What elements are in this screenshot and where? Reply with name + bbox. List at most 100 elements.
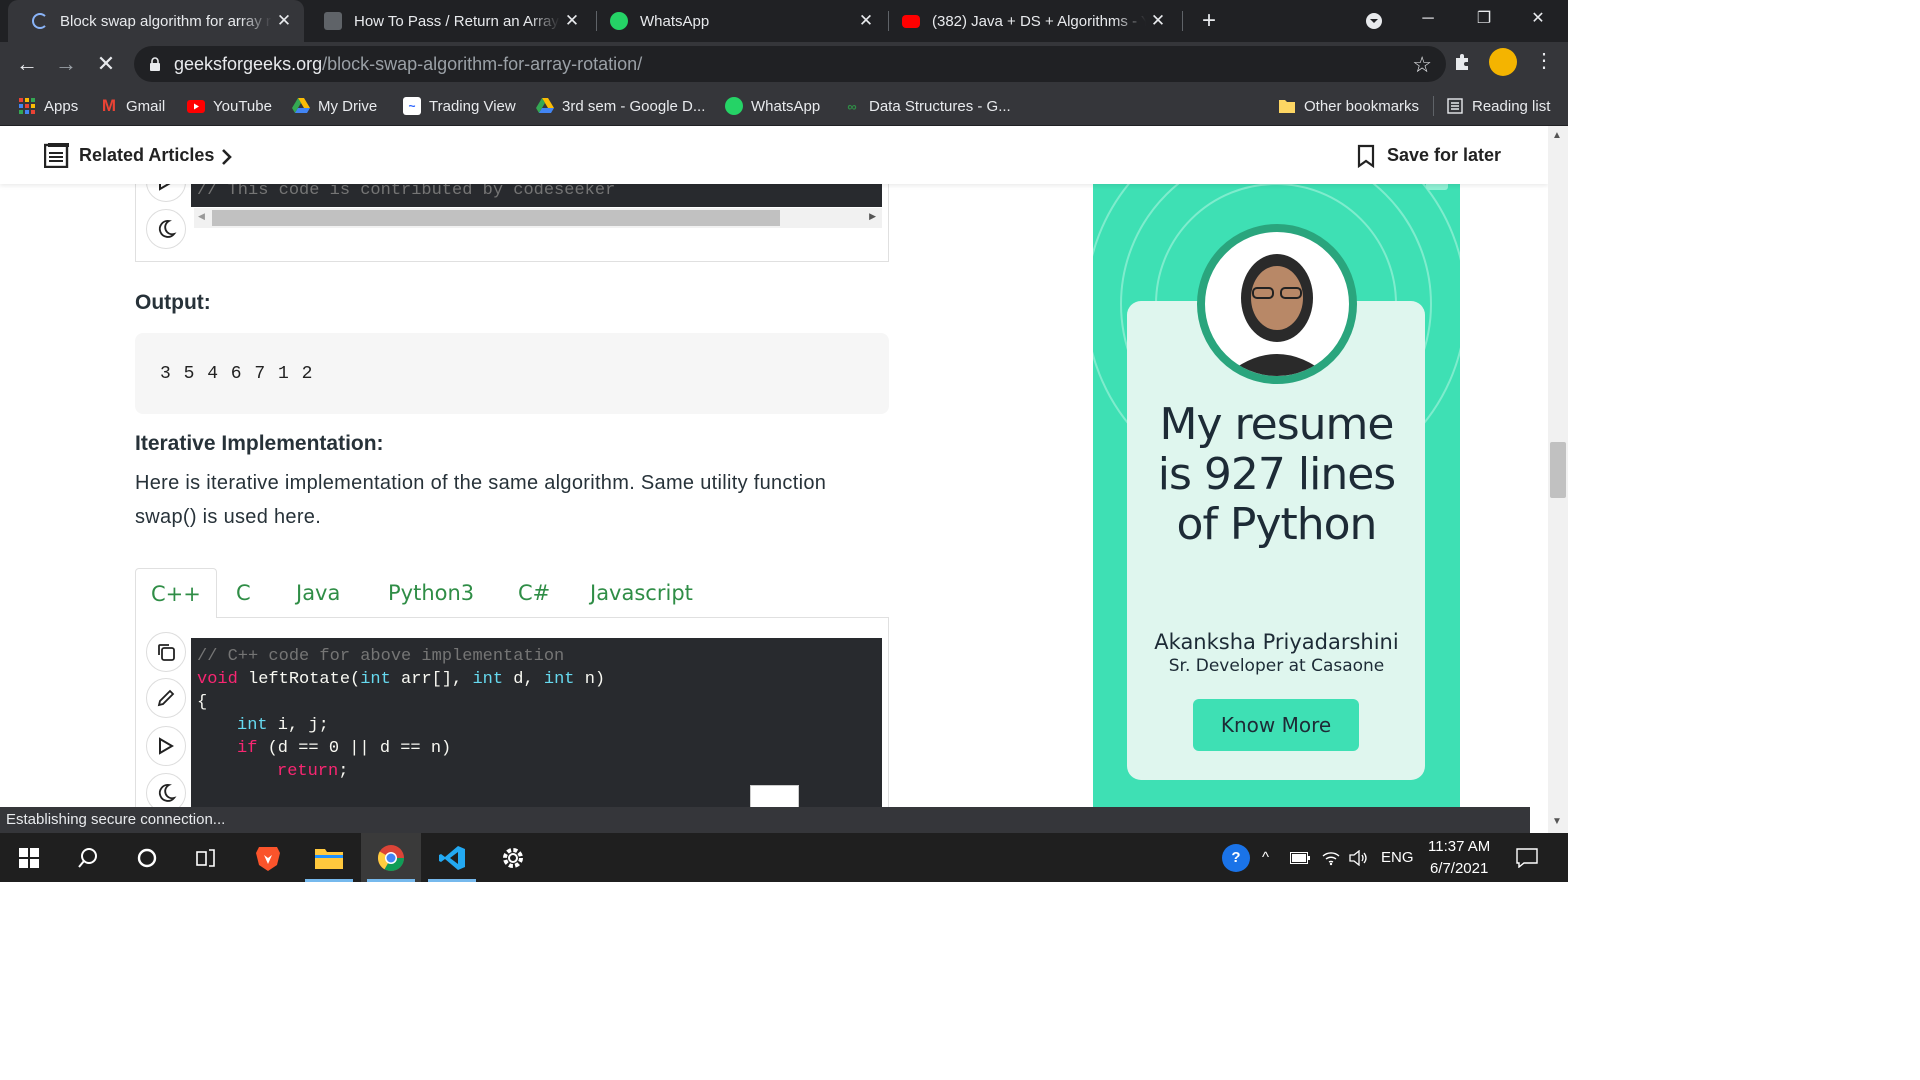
tab-youtube[interactable]: (382) Java + DS + Algorithms - Yo ✕ <box>878 0 1178 42</box>
ad-person-name: Akanksha Priyadarshini <box>1154 630 1399 654</box>
wifi-icon[interactable] <box>1322 833 1340 882</box>
back-button[interactable]: ← <box>13 50 41 78</box>
address-bar[interactable]: geeksforgeeks.org/block-swap-algorithm-f… <box>134 46 1446 82</box>
bookmark-apps[interactable]: Apps <box>18 86 78 126</box>
help-icon[interactable]: ? <box>1222 833 1250 882</box>
horizontal-scrollbar-thumb[interactable] <box>212 210 780 226</box>
bookmark-trading-view[interactable]: ~ Trading View <box>403 86 516 126</box>
bookmark-label: Trading View <box>429 97 516 115</box>
scroll-to-top-button[interactable] <box>750 785 799 807</box>
gfg-icon: ∞ <box>847 98 857 114</box>
tab-title: (382) Java + DS + Algorithms - Yo <box>932 12 1146 30</box>
vertical-scrollbar-thumb[interactable] <box>1550 442 1566 498</box>
bookmark-label: Data Structures - G... <box>869 97 1011 115</box>
bookmark-3rd-sem[interactable]: 3rd sem - Google D... <box>536 86 705 126</box>
task-view-icon[interactable] <box>176 833 236 882</box>
ad-choices-icon[interactable] <box>1426 184 1448 190</box>
bookmark-label: My Drive <box>318 97 378 115</box>
chrome-icon[interactable] <box>361 833 421 882</box>
bookmark-gmail[interactable]: M Gmail <box>100 86 165 126</box>
tab-java[interactable]: Java <box>296 568 340 618</box>
input-language[interactable]: ENG <box>1381 833 1414 882</box>
close-tab-icon[interactable]: ✕ <box>272 11 296 31</box>
copy-code-button[interactable] <box>146 632 186 672</box>
tab-search-button[interactable] <box>1348 0 1400 42</box>
new-tab-button[interactable]: + <box>1196 8 1222 34</box>
tab-title: WhatsApp <box>640 12 710 30</box>
tab-geeksforgeeks[interactable]: Block swap algorithm for array ro ✕ <box>8 0 304 42</box>
tab-csharp[interactable]: C# <box>518 568 550 618</box>
settings-gear-icon[interactable] <box>483 833 543 882</box>
loading-spinner-icon <box>32 13 48 29</box>
url-path: /block-swap-algorithm-for-array-rotation… <box>322 53 643 74</box>
bookmark-youtube[interactable]: YouTube <box>187 86 272 126</box>
bookmark-star-icon[interactable]: ☆ <box>1412 52 1432 78</box>
bookmark-my-drive[interactable]: My Drive <box>292 86 377 126</box>
whatsapp-icon <box>725 97 743 115</box>
reading-list-icon <box>1446 97 1464 115</box>
browser-menu-icon[interactable]: ⋮ <box>1534 50 1554 72</box>
ad-headline: My resume is 927 lines of Python <box>1157 399 1396 550</box>
search-icon[interactable] <box>58 833 118 882</box>
dark-mode-toggle[interactable] <box>146 773 186 807</box>
iterative-description: Here is iterative implementation of the … <box>135 472 827 528</box>
windows-start-button[interactable] <box>0 833 58 882</box>
reading-list[interactable]: Reading list <box>1446 86 1550 126</box>
apps-grid-icon <box>18 97 36 115</box>
youtube-icon <box>187 97 205 115</box>
google-drive-icon <box>536 97 554 115</box>
close-tab-icon[interactable]: ✕ <box>854 11 878 31</box>
language-tabs: C++ C Java Python3 C# Javascript <box>135 568 889 619</box>
dark-mode-toggle[interactable] <box>146 209 186 249</box>
cortana-icon[interactable] <box>117 833 177 882</box>
run-code-button[interactable] <box>146 726 186 766</box>
code-line: // C++ code for above implementation <box>197 647 565 666</box>
notifications-icon[interactable] <box>1516 833 1538 882</box>
vscode-icon[interactable] <box>422 833 482 882</box>
stop-loading-button[interactable]: ✕ <box>92 50 120 78</box>
tab-cpp[interactable]: C++ <box>135 568 217 619</box>
close-tab-icon[interactable]: ✕ <box>1146 11 1170 31</box>
bookmark-whatsapp[interactable]: WhatsApp <box>725 86 820 126</box>
trading-view-icon: ~ <box>403 97 421 115</box>
extensions-puzzle-icon[interactable] <box>1452 50 1474 77</box>
bookmark-label: Reading list <box>1472 97 1551 115</box>
other-bookmarks[interactable]: Other bookmarks <box>1278 86 1419 126</box>
related-articles-link[interactable]: Related Articles <box>79 145 214 166</box>
horizontal-scrollbar[interactable]: ◀ ▶ <box>194 208 882 228</box>
chevron-right-icon[interactable] <box>221 148 233 166</box>
iterative-heading: Iterative Implementation: <box>135 432 384 455</box>
tab-pass-array[interactable]: How To Pass / Return an Array In ✕ <box>300 0 592 42</box>
brave-browser-icon[interactable] <box>238 833 298 882</box>
battery-icon[interactable] <box>1290 833 1310 882</box>
volume-icon[interactable] <box>1348 833 1368 882</box>
know-more-button[interactable]: Know More <box>1193 699 1359 751</box>
tab-whatsapp[interactable]: WhatsApp ✕ <box>586 0 886 42</box>
minimize-button[interactable]: ─ <box>1402 0 1454 42</box>
related-articles-bar: Related Articles Save for later <box>0 126 1548 184</box>
bookmark-label: Other bookmarks <box>1304 97 1420 115</box>
tab-javascript[interactable]: Javascript <box>590 568 693 618</box>
restore-button[interactable]: ❐ <box>1458 0 1510 42</box>
edit-code-button[interactable] <box>146 678 186 718</box>
tab-c[interactable]: C <box>236 568 251 618</box>
tab-python3[interactable]: Python3 <box>388 568 474 618</box>
close-tab-icon[interactable]: ✕ <box>560 11 584 31</box>
vertical-scrollbar[interactable]: ▲ ▼ <box>1548 126 1568 833</box>
code-block-iterative: // C++ code for above implementation voi… <box>191 638 882 807</box>
clock[interactable]: 11:37 AM 6/7/2021 <box>1428 833 1490 882</box>
lock-icon <box>150 57 160 71</box>
forward-button[interactable]: → <box>52 50 80 78</box>
code-line: int i, j; <box>237 716 329 735</box>
close-window-button[interactable]: ✕ <box>1512 0 1564 42</box>
gmail-icon: M <box>101 96 117 115</box>
profile-avatar[interactable] <box>1489 48 1517 76</box>
advertisement[interactable]: My resume is 927 lines of Python Akanksh… <box>1093 184 1460 807</box>
bookmark-data-structures[interactable]: ∞ Data Structures - G... <box>843 86 1011 126</box>
tray-overflow-icon[interactable]: ^ <box>1262 833 1269 882</box>
file-explorer-icon[interactable] <box>299 833 359 882</box>
bookmark-icon[interactable] <box>1357 144 1375 168</box>
save-for-later-button[interactable]: Save for later <box>1387 145 1501 166</box>
url-host: geeksforgeeks.org <box>174 53 323 74</box>
articles-list-icon[interactable] <box>44 142 70 168</box>
